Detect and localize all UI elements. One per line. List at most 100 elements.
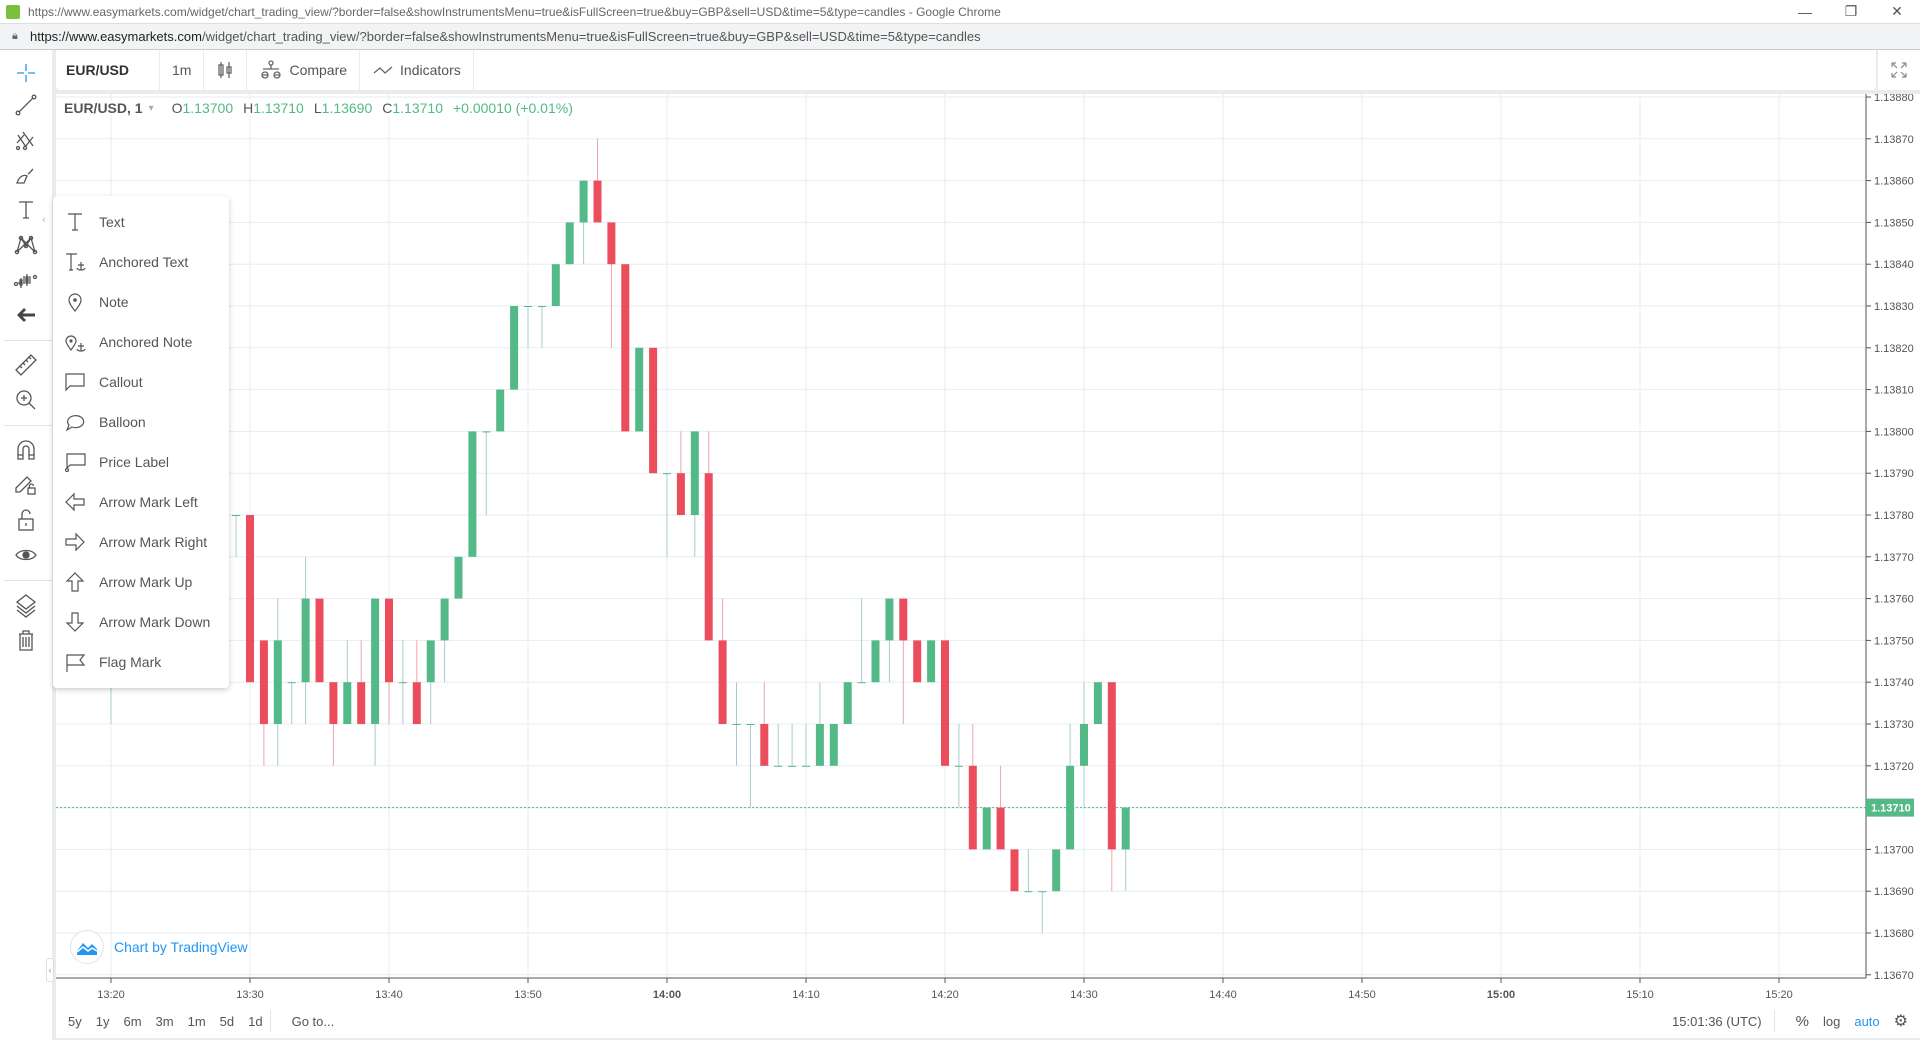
trend-line-tool[interactable] <box>10 90 42 120</box>
candle-body[interactable] <box>1038 891 1047 893</box>
candle-body[interactable] <box>899 598 908 641</box>
candle-body[interactable] <box>246 515 254 683</box>
symbol-selector[interactable]: EUR/USD <box>56 50 160 90</box>
interval-selector[interactable]: 1m <box>160 50 205 90</box>
settings-gear-icon[interactable]: ⚙ <box>1887 1011 1920 1031</box>
candle-body[interactable] <box>676 473 685 515</box>
candle-body[interactable] <box>537 306 546 307</box>
candle-body[interactable] <box>551 264 560 306</box>
candle-body[interactable] <box>871 640 880 683</box>
candle-body[interactable] <box>385 598 393 683</box>
candle-body[interactable] <box>273 640 282 724</box>
candle-body[interactable] <box>982 807 991 850</box>
object-tree-tool[interactable] <box>10 590 42 620</box>
menu-item-arrow-mark-up[interactable]: Arrow Mark Up <box>53 562 229 602</box>
menu-item-callout[interactable]: Callout <box>53 362 229 402</box>
fullscreen-button[interactable] <box>1878 50 1920 90</box>
legend-dropdown-icon[interactable]: ▾ <box>149 103 154 114</box>
candle-body[interactable] <box>524 306 532 307</box>
candle-body[interactable] <box>329 682 338 724</box>
menu-item-text[interactable]: Text <box>53 202 229 242</box>
zoom-tool[interactable] <box>10 385 42 415</box>
candle-body[interactable] <box>1010 849 1019 892</box>
menu-item-price-label[interactable]: Price Label <box>53 442 229 482</box>
menu-item-anchored-text[interactable]: Anchored Text <box>53 242 229 282</box>
brush-tool[interactable] <box>10 160 42 190</box>
candle-body[interactable] <box>426 640 435 683</box>
range-1m[interactable]: 1m <box>181 1014 213 1029</box>
log-toggle[interactable]: log <box>1816 1014 1847 1029</box>
candle-body[interactable] <box>857 682 866 684</box>
candle-body[interactable] <box>301 598 310 683</box>
close-button[interactable]: ✕ <box>1874 0 1920 24</box>
candle-body[interactable] <box>232 515 241 516</box>
range-1y[interactable]: 1y <box>89 1014 117 1029</box>
candle-body[interactable] <box>454 556 463 599</box>
candle-body[interactable] <box>815 724 824 766</box>
remove-drawings-tool[interactable] <box>10 625 42 655</box>
range-5y[interactable]: 5y <box>56 1014 89 1029</box>
candle-body[interactable] <box>690 431 699 515</box>
visibility-tool[interactable] <box>10 540 42 570</box>
candle-body[interactable] <box>1066 765 1075 850</box>
tradingview-branding[interactable]: Chart by TradingView <box>70 930 248 964</box>
compare-button[interactable]: Compare <box>247 50 361 90</box>
candle-body[interactable] <box>774 765 783 767</box>
range-5d[interactable]: 5d <box>213 1014 241 1029</box>
candle-body[interactable] <box>788 765 797 767</box>
candle-body[interactable] <box>649 347 658 474</box>
range-1d[interactable]: 1d <box>241 1014 269 1029</box>
legend-symbol[interactable]: EUR/USD, 1 <box>64 100 143 116</box>
menu-item-arrow-mark-right[interactable]: Arrow Mark Right <box>53 522 229 562</box>
candle-body[interactable] <box>343 682 352 724</box>
candle-body[interactable] <box>482 431 491 433</box>
candle-body[interactable] <box>1024 891 1033 893</box>
candle-body[interactable] <box>510 306 519 390</box>
menu-item-flag-mark[interactable]: Flag Mark <box>53 642 229 682</box>
candlestick-chart[interactable]: 1.13880 1.13870 1.13860 1.13850 1.13840 1.138… <box>56 94 1920 1004</box>
candle-body[interactable] <box>565 222 574 265</box>
unlock-tool[interactable] <box>10 505 42 535</box>
candle-body[interactable] <box>996 807 1005 850</box>
candle-body[interactable] <box>913 640 922 683</box>
candle-body[interactable] <box>607 222 616 265</box>
url-text[interactable]: https://www.easymarkets.com/widget/chart… <box>30 29 981 44</box>
candle-body[interactable] <box>968 765 977 850</box>
candle-body[interactable] <box>927 640 936 683</box>
candle-body[interactable] <box>1052 849 1061 892</box>
candle-body[interactable] <box>746 724 755 725</box>
candle-body[interactable] <box>635 347 644 432</box>
toolbar-collapse-button[interactable]: ‹ <box>46 958 54 982</box>
lock-drawing-tool[interactable] <box>10 470 42 500</box>
restore-button[interactable]: ❐ <box>1828 0 1874 24</box>
range-6m[interactable]: 6m <box>116 1014 148 1029</box>
candle-body[interactable] <box>802 765 810 767</box>
menu-item-note[interactable]: Note <box>53 282 229 322</box>
candle-body[interactable] <box>593 180 602 223</box>
candle-body[interactable] <box>371 598 380 724</box>
percent-toggle[interactable]: % <box>1789 1013 1816 1030</box>
candle-body[interactable] <box>718 640 727 724</box>
candle-body[interactable] <box>941 640 949 766</box>
menu-collapse-arrow-icon[interactable]: ‹ <box>42 214 46 226</box>
candle-body[interactable] <box>287 682 296 684</box>
prediction-tool[interactable] <box>10 265 42 295</box>
goto-button[interactable]: Go to... <box>285 1014 342 1029</box>
candle-body[interactable] <box>259 640 268 724</box>
candle-body[interactable] <box>621 264 630 432</box>
candle-body[interactable] <box>440 598 449 641</box>
range-3m[interactable]: 3m <box>149 1014 181 1029</box>
indicators-button[interactable]: Indicators <box>360 50 474 90</box>
candle-body[interactable] <box>954 765 963 767</box>
menu-item-arrow-mark-left[interactable]: Arrow Mark Left <box>53 482 229 522</box>
candle-body[interactable] <box>760 724 769 766</box>
candle-body[interactable] <box>579 180 588 223</box>
candle-body[interactable] <box>468 431 477 557</box>
candle-body[interactable] <box>1080 724 1088 766</box>
address-bar[interactable]: 🔒︎ https://www.easymarkets.com/widget/ch… <box>0 24 1920 50</box>
chart-type-button[interactable] <box>204 50 248 90</box>
magnet-tool[interactable] <box>10 435 42 465</box>
minimize-button[interactable]: — <box>1782 0 1828 24</box>
candle-body[interactable] <box>1107 682 1116 850</box>
menu-item-balloon[interactable]: Balloon <box>53 402 229 442</box>
